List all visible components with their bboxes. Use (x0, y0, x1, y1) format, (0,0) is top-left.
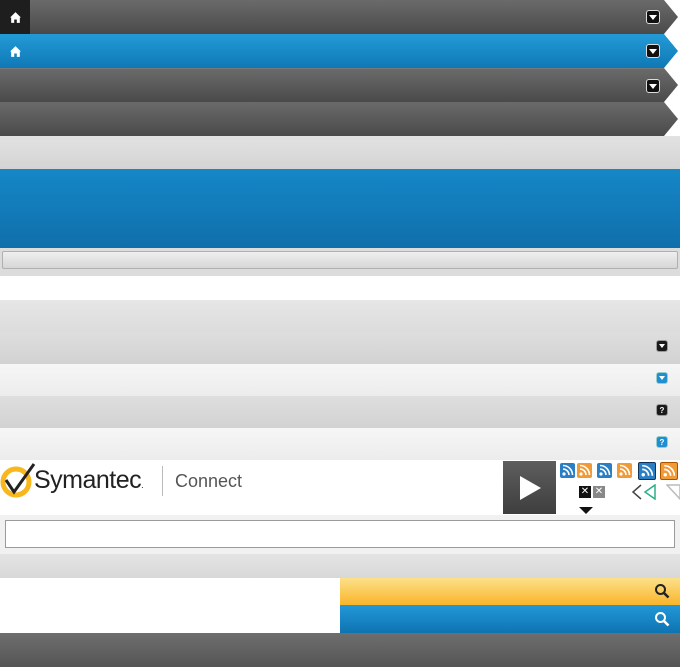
play-icon (519, 475, 541, 500)
arrow-right-icon (666, 484, 680, 500)
footer-bar (0, 633, 680, 667)
nav-bar-dark[interactable] (0, 0, 678, 34)
menu-row-dropdown-dark[interactable] (0, 332, 680, 364)
rss-icon[interactable] (577, 463, 592, 478)
home-button-active[interactable] (0, 34, 30, 68)
rss-icon[interactable] (597, 463, 612, 478)
chevron-down-icon[interactable] (646, 79, 660, 93)
triangle-down-icon (579, 507, 593, 514)
rss-icon[interactable] (560, 463, 575, 478)
banner (0, 169, 680, 248)
toolbar-strip (0, 136, 680, 169)
menu-row-dropdown-blue[interactable] (0, 364, 680, 396)
nav-bar-active[interactable] (0, 34, 678, 68)
menu-row-help-blue[interactable]: ? (0, 428, 680, 460)
close-icon[interactable]: ✕ (593, 486, 605, 498)
divider (162, 466, 163, 496)
home-icon (9, 11, 21, 23)
field-box[interactable] (2, 251, 678, 269)
divider-row (0, 554, 680, 578)
spacer (0, 276, 680, 300)
search-input[interactable] (5, 520, 675, 548)
brand-name: Symantec. (34, 466, 144, 494)
search-icon (655, 612, 670, 627)
chevron-down-icon[interactable] (656, 340, 668, 352)
search-row (0, 515, 680, 554)
chevron-down-icon[interactable] (646, 10, 660, 24)
search-button-yellow[interactable] (340, 578, 680, 605)
field-row (0, 248, 680, 276)
chevron-down-icon[interactable] (656, 372, 668, 384)
close-icon[interactable]: ✕ (579, 486, 591, 498)
rss-icon[interactable] (660, 462, 678, 480)
rss-icon[interactable] (617, 463, 632, 478)
rss-icon[interactable] (638, 462, 656, 480)
nav-bar-plain[interactable] (0, 102, 678, 136)
symantec-logo-icon (0, 463, 36, 498)
home-icon (9, 45, 21, 57)
search-button-blue[interactable] (340, 605, 680, 633)
play-button[interactable] (503, 461, 556, 514)
search-icon (655, 584, 670, 599)
product-name: Connect (175, 471, 243, 491)
chevron-down-icon[interactable] (646, 44, 660, 58)
home-button[interactable] (0, 0, 30, 34)
blank-panel (0, 578, 340, 633)
question-icon[interactable]: ? (656, 404, 668, 416)
question-icon[interactable]: ? (656, 436, 668, 448)
arrow-left-icon (631, 484, 656, 500)
nav-bar[interactable] (0, 68, 678, 102)
menu-row-help-dark[interactable]: ? (0, 396, 680, 428)
menu-row[interactable] (0, 300, 680, 332)
